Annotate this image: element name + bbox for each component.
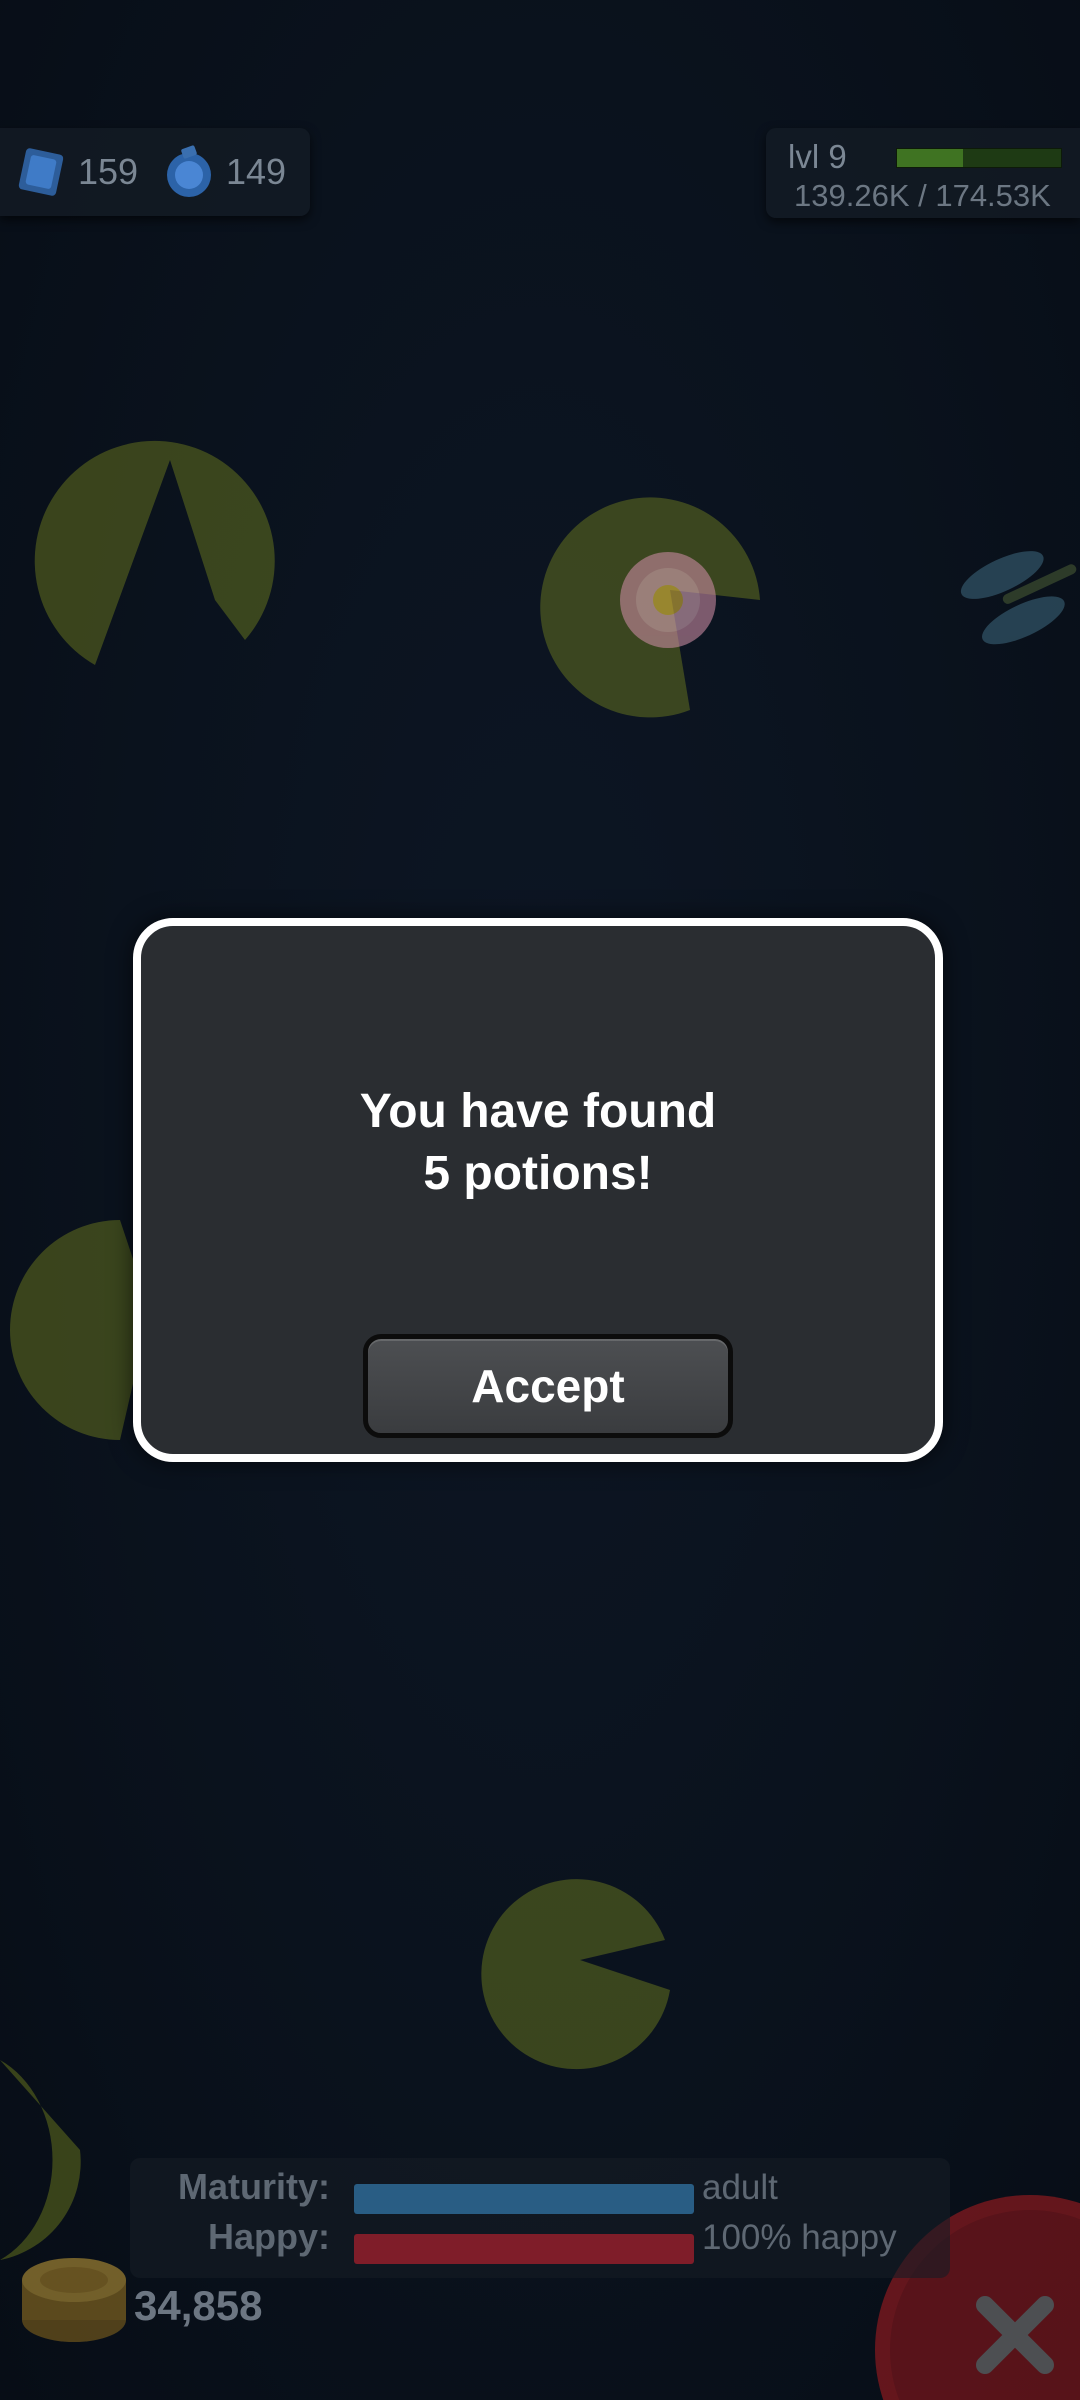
lotus-flower-icon [620,552,716,648]
lily-pad [481,1879,670,2070]
xp-text: 139.26K / 174.53K [794,178,1051,213]
level-label: lvl 9 [788,138,847,175]
potion-counter[interactable]: 149 [158,142,286,202]
gem-counter[interactable]: 159 [10,142,138,202]
happy-bar [354,2234,694,2264]
accept-button[interactable]: Accept [363,1334,733,1438]
lily-pad [10,1220,150,1440]
currency-hud: 159 149 [0,128,310,216]
maturity-value: adult [702,2168,778,2207]
maturity-label: Maturity: [178,2166,330,2207]
gem-count: 159 [78,151,139,192]
coin-count: 34,858 [134,2282,263,2329]
maturity-bar [354,2184,694,2214]
dialog-message: You have found 5 potions! [141,1081,935,1205]
pet-status-panel: Maturity: adult Happy: 100% happy [130,2158,950,2278]
blue-potion-icon [167,145,211,197]
blue-gem-icon [18,148,64,196]
dialog-line-1: You have found [359,1085,717,1138]
lily-pad [34,440,275,665]
potion-count: 149 [226,151,287,192]
gold-coin-stack-icon [22,2258,126,2342]
lily-pad [0,2060,81,2260]
happy-label: Happy: [207,2216,330,2257]
dialog-line-2: 5 potions! [423,1147,653,1200]
xp-progress-fill [897,149,963,167]
happy-value: 100% happy [702,2218,897,2257]
level-hud[interactable]: lvl 9 139.26K / 174.53K [766,128,1080,218]
reward-dialog: You have found 5 potions! Accept [133,918,943,1462]
xp-progress-bar [896,148,1062,168]
dragonfly-icon [960,551,1077,645]
